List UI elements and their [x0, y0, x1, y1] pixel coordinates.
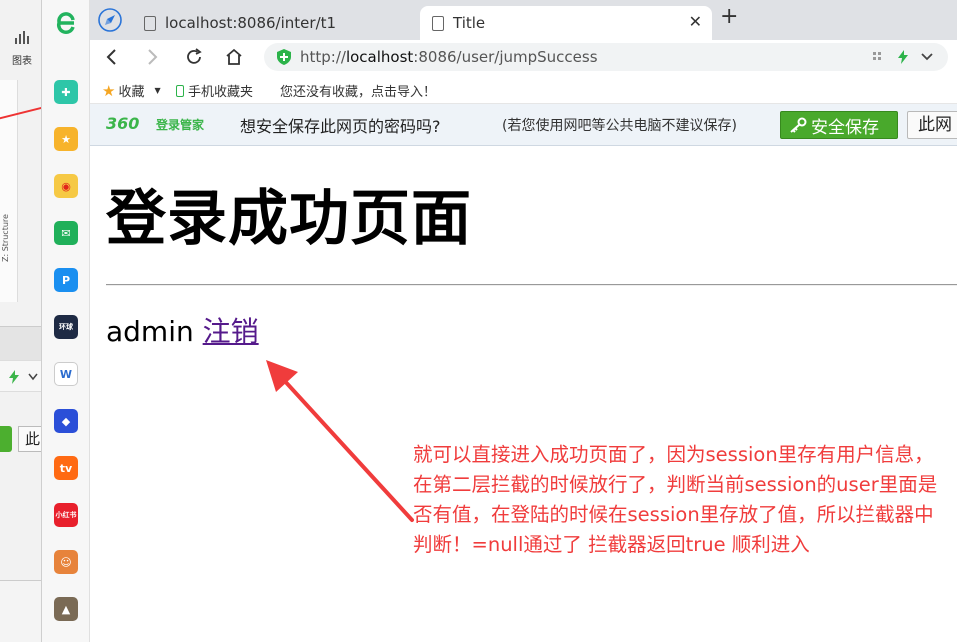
key-icon: [790, 117, 807, 133]
reload-icon: [187, 48, 202, 64]
tab-title-active[interactable]: Title ✕: [420, 6, 712, 40]
plugin-icon[interactable]: ✚: [54, 80, 78, 104]
url-path: :8086/user/jumpSuccess: [413, 48, 598, 66]
page-icon: [432, 15, 444, 31]
chevron-down-icon[interactable]: [28, 373, 38, 381]
logout-link[interactable]: 注销: [203, 315, 259, 348]
background-window: 图表 Z: Structure 此: [0, 0, 42, 642]
reload-button[interactable]: [180, 43, 208, 71]
app-p-icon[interactable]: P: [54, 268, 78, 292]
background-address-fragment: [0, 360, 41, 392]
structure-label[interactable]: Z: Structure: [1, 214, 10, 262]
horizontal-rule: [106, 284, 957, 286]
weibo-icon[interactable]: ◉: [54, 174, 78, 198]
background-window-bottom: [0, 580, 41, 642]
home-button[interactable]: [220, 43, 248, 71]
forward-arrow-icon: [148, 49, 158, 65]
bookmark-empty-hint[interactable]: 您还没有收藏，点击导入！: [280, 81, 436, 100]
security-shield-icon[interactable]: [275, 48, 293, 66]
browser-sidebar: ✚ ★ ◉ ✉ P 环球 W ◆ tv 小红书 ☺ ▲: [42, 0, 90, 642]
username: admin: [106, 315, 194, 348]
favorites-star-icon[interactable]: ★: [54, 127, 78, 151]
caret-down-icon[interactable]: ▼: [154, 86, 160, 95]
bookmarks-bar: ★ 收藏 ▼ 手机收藏夹 您还没有收藏，点击导入！: [90, 76, 957, 104]
close-tab-icon[interactable]: ✕: [689, 12, 702, 31]
bar-chart-icon: [15, 31, 29, 44]
favorites-label: 收藏: [118, 85, 145, 100]
background-dismiss-button[interactable]: 此: [18, 426, 41, 452]
lightning-icon[interactable]: [896, 48, 910, 66]
360-logo: 360: [106, 114, 140, 133]
home-icon: [226, 48, 242, 65]
background-toolbar: [0, 326, 41, 360]
back-button[interactable]: [98, 43, 126, 71]
password-manager-bar: 360 登录管家 想安全保存此网页的密码吗? (若您使用网吧等公共电脑不建议保存…: [90, 104, 957, 146]
user-line: admin 注销: [106, 310, 259, 350]
lightning-icon: [9, 370, 19, 384]
game-3-icon[interactable]: ☺: [54, 550, 78, 574]
back-arrow-icon: [106, 49, 116, 65]
chevron-down-icon[interactable]: [920, 48, 934, 66]
tab-title: Title: [453, 14, 486, 32]
screen: 图表 Z: Structure 此 ✚ ★ ◉ ✉ P 环球 W ◆ tv 小红…: [0, 0, 957, 642]
game-2-icon[interactable]: ◆: [54, 409, 78, 433]
xiaohongshu-icon[interactable]: 小红书: [54, 503, 78, 527]
navigation-compass-icon[interactable]: [98, 8, 122, 32]
tab-inter-t1[interactable]: localhost:8086/inter/t1: [132, 6, 420, 40]
safe-save-label: 安全保存: [811, 117, 879, 138]
live-tv-icon[interactable]: tv: [54, 456, 78, 480]
browser-logo-icon[interactable]: [53, 10, 79, 36]
forward-button[interactable]: [138, 43, 166, 71]
bookmark-favorites[interactable]: ★ 收藏 ▼: [102, 81, 161, 101]
save-password-question: 想安全保存此网页的密码吗?: [240, 117, 441, 136]
password-manager-label: 登录管家: [156, 118, 205, 132]
dismiss-button[interactable]: 此网: [907, 111, 957, 139]
bookmark-mobile[interactable]: 手机收藏夹: [176, 81, 253, 100]
mobile-favorites-label: 手机收藏夹: [188, 85, 254, 100]
page-icon: [144, 15, 156, 31]
game-icon[interactable]: 环球: [54, 315, 78, 339]
new-tab-button[interactable]: +: [720, 4, 738, 29]
annotation-note: 就可以直接进入成功页面了，因为session里存有用户信息，在第二层拦截的时候放…: [413, 443, 938, 556]
url-host: localhost: [345, 48, 414, 66]
url-text[interactable]: http://localhost:8086/user/jumpSuccess: [300, 48, 598, 66]
tab-title: localhost:8086/inter/t1: [165, 14, 337, 32]
mail-icon[interactable]: ✉: [54, 221, 78, 245]
phone-icon: [176, 84, 184, 97]
safe-save-button[interactable]: 安全保存: [780, 111, 898, 139]
grid-apps-icon[interactable]: [872, 48, 884, 66]
save-password-hint: (若您使用网吧等公共电脑不建议保存): [502, 118, 737, 134]
star-icon: ★: [102, 81, 116, 100]
background-save-button[interactable]: [0, 426, 12, 452]
chart-label: 图表: [12, 56, 32, 67]
word-document-icon[interactable]: W: [54, 362, 78, 386]
url-scheme: http://: [300, 48, 346, 66]
page-content: 登录成功页面 admin 注销: [90, 146, 957, 642]
game-4-icon[interactable]: ▲: [54, 597, 78, 621]
page-heading: 登录成功页面: [106, 184, 472, 254]
